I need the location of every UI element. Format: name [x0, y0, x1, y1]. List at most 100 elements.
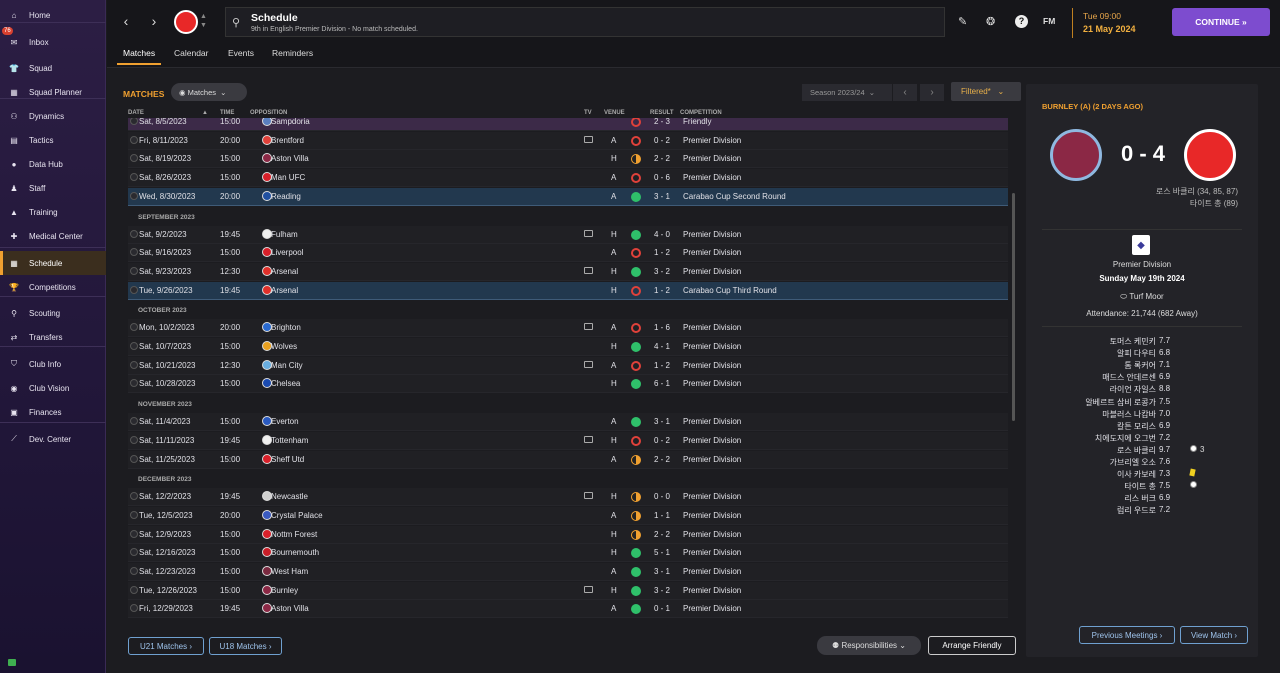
player-rating-row[interactable]: 럼리 우드로 7.2	[1042, 505, 1242, 517]
table-row[interactable]: Sat, 8/26/2023 15:00 Man UFC A 0 - 6 Premier …	[128, 169, 1008, 188]
competition-name[interactable]: Premier Division	[683, 230, 741, 239]
tab-calendar[interactable]: Calendar	[174, 48, 209, 58]
season-prev-button[interactable]: ‹	[893, 84, 917, 101]
brain-icon[interactable]: ❂	[986, 15, 995, 28]
player-rating-row[interactable]: 리스 버크 6.9	[1042, 493, 1242, 505]
table-row[interactable]: Sat, 9/2/2023 19:45 Fulham H 4 - 0 Premier Di…	[128, 225, 1008, 244]
competition-name[interactable]: Premier Division	[683, 154, 741, 163]
previous-meetings-button[interactable]: Previous Meetings ›	[1079, 626, 1175, 644]
search-icon[interactable]: ⚲	[232, 16, 240, 29]
opponent-name[interactable]: Man City	[271, 361, 303, 370]
opponent-name[interactable]: Chelsea	[271, 379, 300, 388]
competition-name[interactable]: Premier Division	[683, 455, 741, 464]
competition-name[interactable]: Premier Division	[683, 567, 741, 576]
opponent-name[interactable]: Aston Villa	[271, 604, 309, 613]
table-row[interactable]: Sat, 8/19/2023 15:00 Aston Villa H 2 - 2 Prem…	[128, 150, 1008, 169]
opponent-name[interactable]: Brighton	[271, 323, 301, 332]
player-rating-row[interactable]: 토머스 케민키 7.7	[1042, 336, 1242, 348]
player-rating-row[interactable]: 라이언 자일스 8.8	[1042, 384, 1242, 396]
opponent-name[interactable]: Everton	[271, 417, 299, 426]
table-row[interactable]: Sat, 11/11/2023 19:45 Tottenham H 0 - 2 Premi…	[128, 431, 1008, 450]
opponent-name[interactable]: Newcastle	[271, 492, 308, 501]
col-competition[interactable]: COMPETITION	[680, 110, 722, 116]
col-date[interactable]: DATE	[128, 110, 144, 116]
table-row[interactable]: Wed, 8/30/2023 20:00 Reading A 3 - 1 Carabao …	[128, 187, 1008, 206]
player-rating-row[interactable]: 알피 다우티 6.8	[1042, 348, 1242, 360]
table-row[interactable]: Tue, 9/26/2023 19:45 Arsenal H 1 - 2 Carabao …	[128, 281, 1008, 300]
continue-button[interactable]: CONTINUE »	[1172, 8, 1270, 36]
opponent-name[interactable]: Liverpool	[271, 248, 303, 257]
opponent-name[interactable]: Sheff Utd	[271, 455, 304, 464]
player-rating-row[interactable]: 치에도지에 오그번 7.2	[1042, 433, 1242, 445]
table-row[interactable]: Sat, 8/5/2023 15:00 Sampdoria 2 - 3 Friendly	[128, 118, 1008, 131]
player-rating-row[interactable]: 로스 바클리 9.7 3	[1042, 444, 1242, 457]
season-next-button[interactable]: ›	[920, 84, 944, 101]
col-opposition[interactable]: OPPOSITION	[250, 110, 287, 116]
competition-name[interactable]: Premier Division	[683, 548, 741, 557]
season-selector[interactable]: Season 2023/24 ⌄	[802, 84, 892, 101]
competition-logo-icon[interactable]: ◆	[1132, 235, 1150, 255]
opponent-name[interactable]: Reading	[271, 192, 301, 201]
opponent-name[interactable]: Tottenham	[271, 436, 308, 445]
player-rating-row[interactable]: 칼튼 모리스 6.9	[1042, 421, 1242, 433]
sidebar-item-home[interactable]: ⌂ Home	[0, 3, 106, 27]
away-team-crest[interactable]	[1184, 129, 1236, 181]
sidebar-item-inbox[interactable]: ✉ Inbox 76	[0, 27, 106, 54]
opponent-name[interactable]: Crystal Palace	[271, 511, 323, 520]
table-row[interactable]: Tue, 12/26/2023 15:00 Burnley H 3 - 2 Premier…	[128, 581, 1008, 600]
table-row[interactable]: Sat, 10/7/2023 15:00 Wolves H 4 - 1 Premier D…	[128, 338, 1008, 356]
table-row[interactable]: Sat, 11/25/2023 15:00 Sheff Utd A 2 - 2 Premi…	[128, 450, 1008, 469]
competition-name[interactable]: Carabao Cup Third Round	[683, 286, 777, 295]
sidebar-item-staff[interactable]: ♟ Staff	[0, 176, 106, 200]
opponent-name[interactable]: Fulham	[271, 230, 298, 239]
competition-name[interactable]: Carabao Cup Second Round	[683, 192, 786, 201]
help-icon[interactable]: ?	[1015, 15, 1028, 28]
sidebar-item-data-hub[interactable]: ● Data Hub	[0, 152, 106, 176]
opponent-name[interactable]: Brentford	[271, 136, 304, 145]
sidebar-item-training[interactable]: ▲ Training	[0, 200, 106, 224]
col-result[interactable]: RESULT	[650, 110, 674, 116]
sidebar-item-club-vision[interactable]: ◉ Club Vision	[0, 376, 106, 400]
pencil-icon[interactable]: ✎	[958, 15, 967, 28]
competition-name[interactable]: Premier Division	[683, 586, 741, 595]
player-rating-row[interactable]: 마블러스 나캄바 7.0	[1042, 409, 1242, 421]
competition-name[interactable]: Premier Division	[683, 379, 741, 388]
player-rating-row[interactable]: 알베르트 삼비 로콩가 7.5	[1042, 397, 1242, 409]
opponent-name[interactable]: Burnley	[271, 586, 298, 595]
col-venue[interactable]: VENUE	[604, 110, 625, 116]
sidebar-item-tactics[interactable]: ▤ Tactics	[0, 128, 106, 152]
sidebar-item-squad-planner[interactable]: ▦ Squad Planner	[0, 80, 106, 104]
u18-matches-button[interactable]: U18 Matches ›	[209, 637, 282, 655]
opponent-name[interactable]: Aston Villa	[271, 154, 309, 163]
competition-name[interactable]: Premier Division	[683, 136, 741, 145]
opponent-name[interactable]: Arsenal	[271, 286, 298, 295]
competition-name[interactable]: Premier Division	[683, 173, 741, 182]
competition-name[interactable]: Premier Division	[683, 323, 741, 332]
matches-view-dropdown[interactable]: ◉ Matches ⌄	[171, 83, 247, 101]
competition-name[interactable]: Premier Division	[683, 248, 741, 257]
table-row[interactable]: Sat, 12/16/2023 15:00 Bournemouth H 5 - 1 Pre…	[128, 544, 1008, 563]
sidebar-item-schedule[interactable]: ▦ Schedule	[0, 251, 106, 275]
competition-name[interactable]: Premier Division	[683, 436, 741, 445]
sidebar-item-dynamics[interactable]: ⚇ Dynamics	[0, 104, 106, 128]
table-row[interactable]: Fri, 8/11/2023 20:00 Brentford A 0 - 2 Premie…	[128, 131, 1008, 150]
competition-name[interactable]: Premier Division	[683, 417, 741, 426]
opponent-name[interactable]: Arsenal	[271, 267, 298, 276]
fm-menu-button[interactable]: FM	[1043, 16, 1055, 26]
table-row[interactable]: Mon, 10/2/2023 20:00 Brighton A 1 - 6 Premier…	[128, 319, 1008, 338]
table-scrollbar[interactable]	[1012, 193, 1015, 421]
table-row[interactable]: Sat, 12/23/2023 15:00 West Ham A 3 - 1 Premie…	[128, 563, 1008, 581]
sidebar-item-squad[interactable]: 👕 Squad	[0, 56, 106, 80]
table-row[interactable]: Tue, 12/5/2023 20:00 Crystal Palace A 1 - 1 P…	[128, 506, 1008, 525]
opponent-name[interactable]: Nottm Forest	[271, 530, 317, 539]
table-row[interactable]: Sat, 10/21/2023 12:30 Man City A 1 - 2 Premie…	[128, 356, 1008, 375]
sidebar-item-scouting[interactable]: ⚲ Scouting	[0, 301, 106, 325]
sidebar-item-medical-center[interactable]: ✚ Medical Center	[0, 224, 106, 248]
table-row[interactable]: Fri, 12/29/2023 19:45 Aston Villa A 0 - 1 Pre…	[128, 600, 1008, 619]
table-row[interactable]: Sat, 11/4/2023 15:00 Everton A 3 - 1 Premier …	[128, 413, 1008, 432]
filter-dropdown[interactable]: Filtered* ⌄	[951, 82, 1021, 101]
col-time[interactable]: TIME	[220, 110, 234, 116]
tab-events[interactable]: Events	[228, 48, 254, 58]
club-crest[interactable]	[174, 10, 198, 34]
view-match-button[interactable]: View Match ›	[1180, 626, 1248, 644]
